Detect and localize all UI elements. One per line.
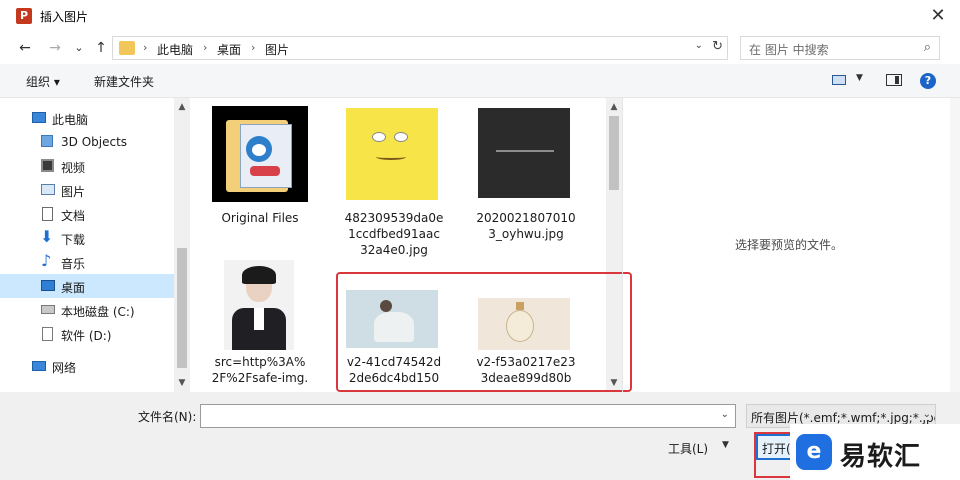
watermark: e 易软汇 [790, 424, 960, 480]
scrollbar-thumb[interactable] [177, 248, 187, 368]
nav-item-label: 视频 [61, 161, 86, 175]
nav-item-label: 本地磁盘 (C:) [61, 305, 135, 319]
video-icon [41, 159, 54, 172]
file-name: 482309539da0e 1ccdfbed91aac 32a4e0.jpg [344, 211, 444, 257]
scroll-down-icon[interactable]: ▼ [174, 378, 190, 388]
nav-item-music[interactable]: ♪ 音乐 [0, 250, 174, 274]
breadcrumb-separator: › [251, 41, 256, 54]
nav-item-desktop[interactable]: 桌面 [0, 274, 174, 298]
music-icon: ♪ [41, 251, 52, 270]
folder-thumbnail [212, 106, 308, 202]
nav-item-network[interactable]: 网络 [0, 354, 174, 378]
organize-button[interactable]: 组织 ▾ [26, 73, 60, 90]
address-row: ← → ⌄ ↑ › 此电脑 › 桌面 › 图片 ⌄ ↻ 在 图片 中搜索 ⌕ [0, 32, 960, 64]
address-bar[interactable]: › 此电脑 › 桌面 › 图片 ⌄ ↻ [112, 36, 728, 60]
watermark-logo: e [796, 434, 832, 470]
tools-chevron-icon[interactable]: ▼ [722, 440, 729, 450]
network-icon [32, 361, 46, 371]
back-button[interactable]: ← [14, 38, 36, 58]
file-name: 2020021807010 3_oyhwu.jpg [476, 211, 576, 241]
nav-item-documents[interactable]: 文档 [0, 202, 174, 226]
nav-item-label: 文档 [61, 209, 86, 223]
navigation-pane: 此电脑 3D Objects 视频 图片 文档 ⬇ 下载 ♪ 音乐 桌面 本地磁… [0, 98, 190, 392]
nav-item-pictures[interactable]: 图片 [0, 178, 174, 202]
drive-icon [41, 305, 55, 314]
nav-item-label: 桌面 [61, 281, 86, 295]
image-thumbnail [478, 108, 570, 198]
help-icon[interactable]: ? [920, 73, 936, 89]
new-folder-button[interactable]: 新建文件夹 [94, 73, 154, 90]
preview-pane: 选择要预览的文件。 [622, 98, 960, 392]
folder-icon [119, 41, 135, 55]
nav-item-label: 3D Objects [61, 135, 128, 149]
image-thumbnail [346, 108, 438, 200]
preview-pane-icon[interactable] [886, 74, 902, 86]
window-edge [950, 98, 960, 392]
breadcrumb-this-pc[interactable]: 此电脑 [157, 41, 193, 58]
toolbar: 组织 ▾ 新建文件夹 ▼ ? [0, 64, 960, 98]
watermark-text: 易软汇 [840, 442, 922, 472]
change-view-icon[interactable] [832, 75, 846, 85]
search-placeholder: 在 图片 中搜索 [749, 43, 829, 57]
view-options-chevron-icon[interactable]: ▼ [856, 73, 863, 83]
nav-item-this-pc[interactable]: 此电脑 [0, 106, 174, 130]
nav-item-label: 此电脑 [52, 113, 89, 127]
download-icon: ⬇ [40, 227, 54, 246]
scroll-up-icon[interactable]: ▲ [174, 102, 190, 112]
nav-item-label: 软件 (D:) [61, 329, 112, 343]
forward-button[interactable]: → [44, 38, 66, 58]
window-title: 插入图片 [40, 10, 89, 24]
scroll-up-icon[interactable]: ▲ [606, 102, 622, 112]
picture-icon [41, 184, 55, 195]
nav-item-local-disk-c[interactable]: 本地磁盘 (C:) [0, 298, 174, 322]
nav-item-label: 音乐 [61, 257, 86, 271]
nav-scrollbar[interactable]: ▲ ▼ [174, 98, 190, 392]
chevron-down-icon[interactable]: ⌄ [721, 409, 729, 420]
breadcrumb-desktop[interactable]: 桌面 [217, 41, 241, 58]
filename-field[interactable]: ⌄ [200, 404, 736, 428]
document-icon [42, 207, 53, 221]
nav-item-label: 图片 [61, 185, 86, 199]
nav-item-software-d[interactable]: 软件 (D:) [0, 322, 174, 346]
nav-item-label: 下载 [61, 233, 86, 247]
breadcrumb-separator: › [203, 41, 208, 54]
tools-button[interactable]: 工具(L) [668, 440, 708, 457]
scrollbar-thumb[interactable] [609, 116, 619, 190]
search-icon[interactable]: ⌕ [924, 40, 931, 55]
preview-message: 选择要预览的文件。 [735, 238, 844, 252]
nav-item-downloads[interactable]: ⬇ 下载 [0, 226, 174, 250]
chevron-down-icon[interactable]: ⌄ [920, 409, 931, 420]
cube-icon [41, 135, 53, 147]
file-name: src=http%3A% 2F%2Fsafe-img. [211, 355, 309, 385]
computer-icon [32, 112, 46, 123]
breadcrumb-pictures[interactable]: 图片 [265, 41, 289, 58]
highlight-box [336, 272, 632, 392]
nav-item-label: 网络 [52, 361, 77, 375]
refresh-icon[interactable]: ↻ [712, 39, 723, 54]
nav-item-3d-objects[interactable]: 3D Objects [0, 130, 174, 154]
close-button[interactable]: ✕ [926, 4, 950, 28]
chevron-down-icon[interactable]: ⌄ [695, 40, 703, 51]
drive-icon [42, 327, 53, 341]
breadcrumb-separator: › [143, 41, 148, 54]
search-input[interactable]: 在 图片 中搜索 ⌕ [740, 36, 940, 60]
file-name: Original Files [221, 211, 299, 225]
nav-item-videos[interactable]: 视频 [0, 154, 174, 178]
up-button[interactable]: ↑ [90, 38, 112, 58]
title-bar: P 插入图片 ✕ [0, 0, 960, 32]
image-thumbnail [224, 260, 294, 350]
filename-label: 文件名(N): [138, 410, 197, 424]
recent-locations-button[interactable]: ⌄ [68, 38, 90, 58]
desktop-icon [41, 280, 55, 291]
powerpoint-icon: P [16, 8, 32, 24]
